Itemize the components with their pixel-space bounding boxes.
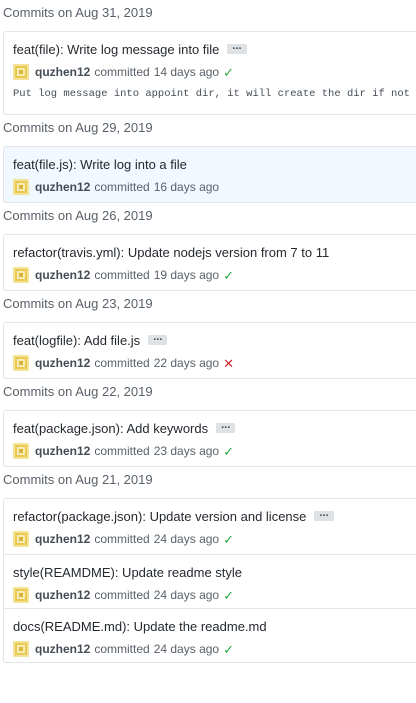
commit-group-box: feat(logfile): Add file.js ... quzhen12 … (3, 322, 416, 379)
expand-commit-message-button[interactable]: ... (227, 41, 247, 54)
committed-label: committed (94, 356, 150, 370)
committed-label: committed (94, 588, 150, 602)
commit-group-box: feat(package.json): Add keywords ... quz… (3, 410, 416, 467)
committed-label: committed (94, 532, 150, 546)
commit-title-row: refactor(package.json): Update version a… (13, 506, 416, 526)
commit-group-header: Commits on Aug 22, 2019 (3, 384, 153, 399)
commit-title-row: feat(logfile): Add file.js ... (13, 330, 416, 350)
commit-title-link[interactable]: refactor(package.json): Update version a… (13, 509, 306, 524)
commit-group-header: Commits on Aug 23, 2019 (3, 296, 153, 311)
commit-item: refactor(travis.yml): Update nodejs vers… (4, 235, 416, 290)
commit-time: 14 days ago (153, 65, 220, 79)
commit-group: Commits on Aug 22, 2019 feat(package.jso… (0, 379, 416, 467)
avatar-icon[interactable] (13, 267, 29, 283)
commit-item: feat(file.js): Write log into a file quz… (4, 147, 416, 202)
commit-group-box: refactor(travis.yml): Update nodejs vers… (3, 234, 416, 291)
commit-item: docs(README.md): Update the readme.md qu… (4, 608, 416, 662)
commit-meta: quzhen12 committed 19 days ago ✓ (13, 265, 416, 285)
commit-meta: quzhen12 committed 23 days ago ✓ (13, 441, 416, 461)
commit-group-header: Commits on Aug 29, 2019 (3, 120, 153, 135)
commit-time: 24 days ago (153, 532, 220, 546)
commit-title-row: refactor(travis.yml): Update nodejs vers… (13, 242, 416, 262)
commit-author-link[interactable]: quzhen12 (35, 65, 90, 79)
commit-time: 23 days ago (153, 444, 220, 458)
commit-time: 24 days ago (153, 642, 220, 656)
commit-meta: quzhen12 committed 14 days ago ✓ (13, 62, 416, 82)
commit-item: feat(file): Write log message into file … (4, 32, 416, 114)
commit-group: Commits on Aug 31, 2019 feat(file): Writ… (0, 0, 416, 115)
commit-group: Commits on Aug 21, 2019 refactor(package… (0, 467, 416, 663)
commit-group-header: Commits on Aug 31, 2019 (3, 5, 153, 20)
commit-group: Commits on Aug 29, 2019 feat(file.js): W… (0, 115, 416, 203)
avatar-icon[interactable] (13, 355, 29, 371)
avatar-icon[interactable] (13, 641, 29, 657)
check-icon[interactable]: ✓ (223, 445, 234, 458)
commit-title-row: docs(README.md): Update the readme.md (13, 616, 416, 636)
commit-message-body: Put log message into appoint dir, it wil… (13, 88, 410, 100)
commit-time: 19 days ago (153, 268, 220, 282)
expand-commit-message-button[interactable]: ... (216, 420, 236, 433)
commit-group-header: Commits on Aug 21, 2019 (3, 472, 153, 487)
committed-label: committed (94, 65, 150, 79)
x-icon[interactable]: ✕ (223, 357, 234, 370)
commit-item: refactor(package.json): Update version a… (4, 499, 416, 554)
commit-group-header: Commits on Aug 26, 2019 (3, 208, 153, 223)
commit-author-link[interactable]: quzhen12 (35, 268, 90, 282)
commit-author-link[interactable]: quzhen12 (35, 532, 90, 546)
commit-author-link[interactable]: quzhen12 (35, 356, 90, 370)
commit-group-box: feat(file): Write log message into file … (3, 31, 416, 115)
commit-item: style(REAMDME): Update readme style quzh… (4, 554, 416, 608)
avatar-icon[interactable] (13, 531, 29, 547)
commit-title-link[interactable]: feat(file): Write log message into file (13, 42, 219, 57)
commit-meta: quzhen12 committed 24 days ago ✓ (13, 585, 416, 605)
check-icon[interactable]: ✓ (223, 589, 234, 602)
commit-title-link[interactable]: feat(package.json): Add keywords (13, 421, 208, 436)
commit-title-link[interactable]: style(REAMDME): Update readme style (13, 565, 242, 580)
commit-group-box: feat(file.js): Write log into a file quz… (3, 146, 416, 203)
expand-commit-message-button[interactable]: ... (148, 332, 168, 345)
expand-commit-message-button[interactable]: ... (314, 508, 334, 521)
commit-item: feat(logfile): Add file.js ... quzhen12 … (4, 323, 416, 378)
committed-label: committed (94, 444, 150, 458)
avatar-icon[interactable] (13, 443, 29, 459)
commit-meta: quzhen12 committed 24 days ago ✓ (13, 529, 416, 549)
commit-group: Commits on Aug 26, 2019 refactor(travis.… (0, 203, 416, 291)
avatar-icon[interactable] (13, 587, 29, 603)
commit-title-row: feat(file): Write log message into file … (13, 39, 416, 59)
commit-list: Commits on Aug 31, 2019 feat(file): Writ… (0, 0, 416, 663)
committed-label: committed (94, 180, 150, 194)
commit-author-link[interactable]: quzhen12 (35, 642, 90, 656)
check-icon[interactable]: ✓ (223, 66, 234, 79)
commit-title-link[interactable]: refactor(travis.yml): Update nodejs vers… (13, 245, 329, 260)
commit-title-link[interactable]: feat(file.js): Write log into a file (13, 157, 187, 172)
commit-group-box: refactor(package.json): Update version a… (3, 498, 416, 663)
commit-meta: quzhen12 committed 16 days ago (13, 177, 416, 197)
commit-item: feat(package.json): Add keywords ... quz… (4, 411, 416, 466)
check-icon[interactable]: ✓ (223, 533, 234, 546)
commit-author-link[interactable]: quzhen12 (35, 444, 90, 458)
commit-time: 22 days ago (153, 356, 220, 370)
avatar-icon[interactable] (13, 179, 29, 195)
commit-meta: quzhen12 committed 22 days ago ✕ (13, 353, 416, 373)
commit-title-link[interactable]: docs(README.md): Update the readme.md (13, 619, 267, 634)
commit-time: 24 days ago (153, 588, 220, 602)
check-icon[interactable]: ✓ (223, 643, 234, 656)
commit-author-link[interactable]: quzhen12 (35, 180, 90, 194)
commit-title-link[interactable]: feat(logfile): Add file.js (13, 333, 140, 348)
avatar-icon[interactable] (13, 64, 29, 80)
check-icon[interactable]: ✓ (223, 269, 234, 282)
commit-time: 16 days ago (153, 180, 220, 194)
committed-label: committed (94, 642, 150, 656)
commit-title-row: style(REAMDME): Update readme style (13, 562, 416, 582)
commit-title-row: feat(package.json): Add keywords ... (13, 418, 416, 438)
committed-label: committed (94, 268, 150, 282)
commit-author-link[interactable]: quzhen12 (35, 588, 90, 602)
commit-group: Commits on Aug 23, 2019 feat(logfile): A… (0, 291, 416, 379)
commit-title-row: feat(file.js): Write log into a file (13, 154, 416, 174)
commit-meta: quzhen12 committed 24 days ago ✓ (13, 639, 416, 659)
